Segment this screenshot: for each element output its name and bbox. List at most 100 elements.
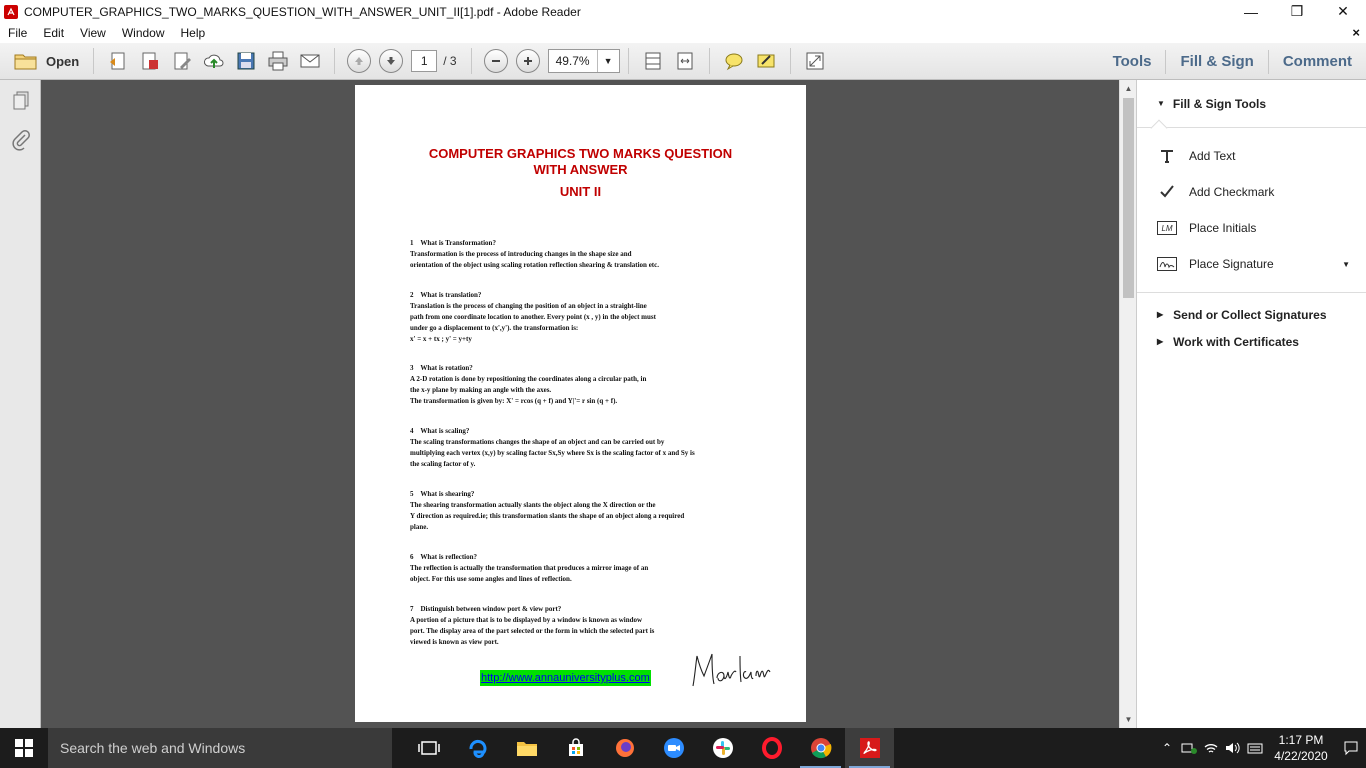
place-initials-label: Place Initials bbox=[1189, 221, 1257, 235]
fill-sign-tools-header[interactable]: ▼ Fill & Sign Tools bbox=[1137, 80, 1366, 137]
page-thumbnails-icon[interactable] bbox=[0, 80, 41, 120]
answer-line: A portion of a picture that is to be dis… bbox=[410, 616, 643, 624]
folder-icon bbox=[14, 54, 37, 70]
add-text-tool[interactable]: Add Text bbox=[1137, 138, 1366, 174]
zoom-app-icon[interactable] bbox=[649, 728, 698, 768]
scrollbar-thumb[interactable] bbox=[1123, 98, 1134, 298]
comment-icon[interactable] bbox=[720, 47, 748, 75]
title-bar: COMPUTER_GRAPHICS_TWO_MARKS_QUESTION_WIT… bbox=[0, 0, 1366, 23]
minimize-button[interactable]: — bbox=[1228, 0, 1274, 23]
document-view[interactable]: COMPUTER GRAPHICS TWO MARKS QUESTION WIT… bbox=[41, 80, 1119, 728]
fill-sign-pane: ▼ Fill & Sign Tools Add Text Add Checkma… bbox=[1136, 80, 1366, 728]
next-page-button[interactable] bbox=[379, 49, 404, 73]
store-icon[interactable] bbox=[551, 728, 600, 768]
close-document-button[interactable]: × bbox=[1352, 25, 1360, 40]
place-signature-tool[interactable]: Place Signature ▼ bbox=[1137, 246, 1366, 282]
clock[interactable]: 1:17 PM 4/22/2020 bbox=[1266, 732, 1336, 764]
fill-sign-tools-label: Fill & Sign Tools bbox=[1172, 96, 1267, 111]
place-initials-tool[interactable]: LM Place Initials bbox=[1137, 210, 1366, 246]
send-collect-signatures-section[interactable]: ▶ Send or Collect Signatures bbox=[1137, 301, 1366, 328]
volume-icon[interactable] bbox=[1222, 728, 1244, 768]
place-signature-label: Place Signature bbox=[1189, 257, 1274, 271]
task-view-icon[interactable] bbox=[404, 728, 453, 768]
firefox-icon[interactable] bbox=[600, 728, 649, 768]
highlight-icon[interactable] bbox=[752, 47, 780, 75]
chevron-down-icon[interactable]: ▼ bbox=[1342, 260, 1350, 269]
email-icon[interactable] bbox=[296, 47, 324, 75]
zoom-out-button[interactable] bbox=[483, 49, 508, 73]
menu-view[interactable]: View bbox=[72, 26, 114, 40]
scroll-up-icon[interactable]: ▲ bbox=[1120, 80, 1137, 97]
answer-line: under go a displacement to (x',y'). the … bbox=[410, 324, 579, 332]
question-block: 1 What is Transformation? Transformation… bbox=[410, 238, 755, 271]
fit-page-icon[interactable] bbox=[639, 47, 667, 75]
question-block: 2 What is translation? Translation is th… bbox=[410, 290, 755, 345]
adobe-reader-taskbar-icon[interactable] bbox=[845, 728, 894, 768]
keyboard-icon[interactable] bbox=[1244, 728, 1266, 768]
answer-line: plane. bbox=[410, 523, 429, 531]
tab-tools[interactable]: Tools bbox=[1099, 50, 1166, 74]
edit-pdf-icon[interactable] bbox=[168, 47, 196, 75]
menu-edit[interactable]: Edit bbox=[35, 26, 72, 40]
edge-browser-icon[interactable] bbox=[453, 728, 502, 768]
website-link[interactable]: http://www.annauniversityplus.com bbox=[480, 670, 651, 686]
convert-pdf-icon[interactable] bbox=[136, 47, 164, 75]
start-button[interactable] bbox=[0, 728, 48, 768]
previous-page-button[interactable] bbox=[347, 49, 372, 73]
arrow-down-icon bbox=[387, 57, 396, 65]
question-heading: 7 Distinguish between window port & view… bbox=[410, 605, 562, 613]
opera-icon[interactable] bbox=[747, 728, 796, 768]
fullscreen-icon[interactable] bbox=[801, 47, 829, 75]
create-pdf-icon[interactable] bbox=[104, 47, 132, 75]
open-button[interactable]: Open bbox=[8, 47, 85, 75]
menu-help[interactable]: Help bbox=[173, 26, 214, 40]
scroll-down-icon[interactable]: ▼ bbox=[1120, 711, 1137, 728]
answer-line: the scaling factor of y. bbox=[410, 460, 476, 468]
close-button[interactable]: ✕ bbox=[1320, 0, 1366, 23]
file-explorer-icon[interactable] bbox=[502, 728, 551, 768]
collapse-triangle-icon: ▼ bbox=[1157, 99, 1165, 108]
answer-line: The reflection is actually the transform… bbox=[410, 564, 649, 572]
zoom-select[interactable]: 49.7% ▼ bbox=[547, 49, 620, 73]
plus-icon bbox=[523, 57, 532, 65]
answer-line: object. For this use some angles and lin… bbox=[410, 575, 572, 583]
question-heading: 4 What is scaling? bbox=[410, 427, 470, 435]
answer-line: The shearing transformation actually sla… bbox=[410, 501, 656, 509]
toolbar: Open 1 / 3 49.7% ▼ Tools Fill & Sign Com… bbox=[0, 43, 1366, 80]
chevron-down-icon: ▼ bbox=[596, 50, 619, 72]
attachments-icon[interactable] bbox=[0, 120, 41, 160]
save-icon[interactable] bbox=[232, 47, 260, 75]
vertical-scrollbar[interactable]: ▲ ▼ bbox=[1119, 80, 1136, 728]
toolbar-separator bbox=[334, 48, 336, 74]
print-icon[interactable] bbox=[264, 47, 292, 75]
text-t-icon bbox=[1157, 148, 1177, 164]
work-with-certificates-section[interactable]: ▶ Work with Certificates bbox=[1137, 328, 1366, 355]
menu-window[interactable]: Window bbox=[114, 26, 173, 40]
fit-width-icon[interactable] bbox=[671, 47, 699, 75]
upload-cloud-icon[interactable] bbox=[200, 47, 228, 75]
network-icon[interactable] bbox=[1178, 728, 1200, 768]
page-number-input[interactable]: 1 bbox=[411, 50, 438, 72]
tab-comment[interactable]: Comment bbox=[1267, 49, 1366, 74]
restore-button[interactable]: ❒ bbox=[1274, 0, 1320, 23]
question-heading: 3 What is rotation? bbox=[410, 364, 473, 372]
slack-icon[interactable] bbox=[698, 728, 747, 768]
wifi-icon[interactable] bbox=[1200, 728, 1222, 768]
chevron-up-icon[interactable]: ⌃ bbox=[1156, 728, 1178, 768]
document-title-line1: COMPUTER GRAPHICS TWO MARKS QUESTION bbox=[428, 146, 733, 161]
add-checkmark-tool[interactable]: Add Checkmark bbox=[1137, 174, 1366, 210]
tab-fill-sign[interactable]: Fill & Sign bbox=[1165, 49, 1267, 74]
answer-line: Y direction as required.ie; this transfo… bbox=[410, 512, 685, 520]
menu-bar: File Edit View Window Help × bbox=[0, 23, 1366, 43]
toolbar-separator bbox=[789, 48, 791, 74]
taskbar-search[interactable]: Search the web and Windows bbox=[48, 728, 392, 768]
answer-line: orientation of the object using scaling … bbox=[410, 261, 659, 269]
zoom-in-button[interactable] bbox=[515, 49, 540, 73]
question-block: 3 What is rotation? A 2-D rotation is do… bbox=[410, 363, 755, 407]
chrome-icon[interactable] bbox=[796, 728, 845, 768]
notification-icon[interactable] bbox=[1336, 728, 1366, 768]
clock-date: 4/22/2020 bbox=[1274, 749, 1328, 763]
question-heading: 5 What is shearing? bbox=[410, 490, 475, 498]
answer-line: Transformation is the process of introdu… bbox=[410, 250, 632, 258]
menu-file[interactable]: File bbox=[0, 26, 35, 40]
